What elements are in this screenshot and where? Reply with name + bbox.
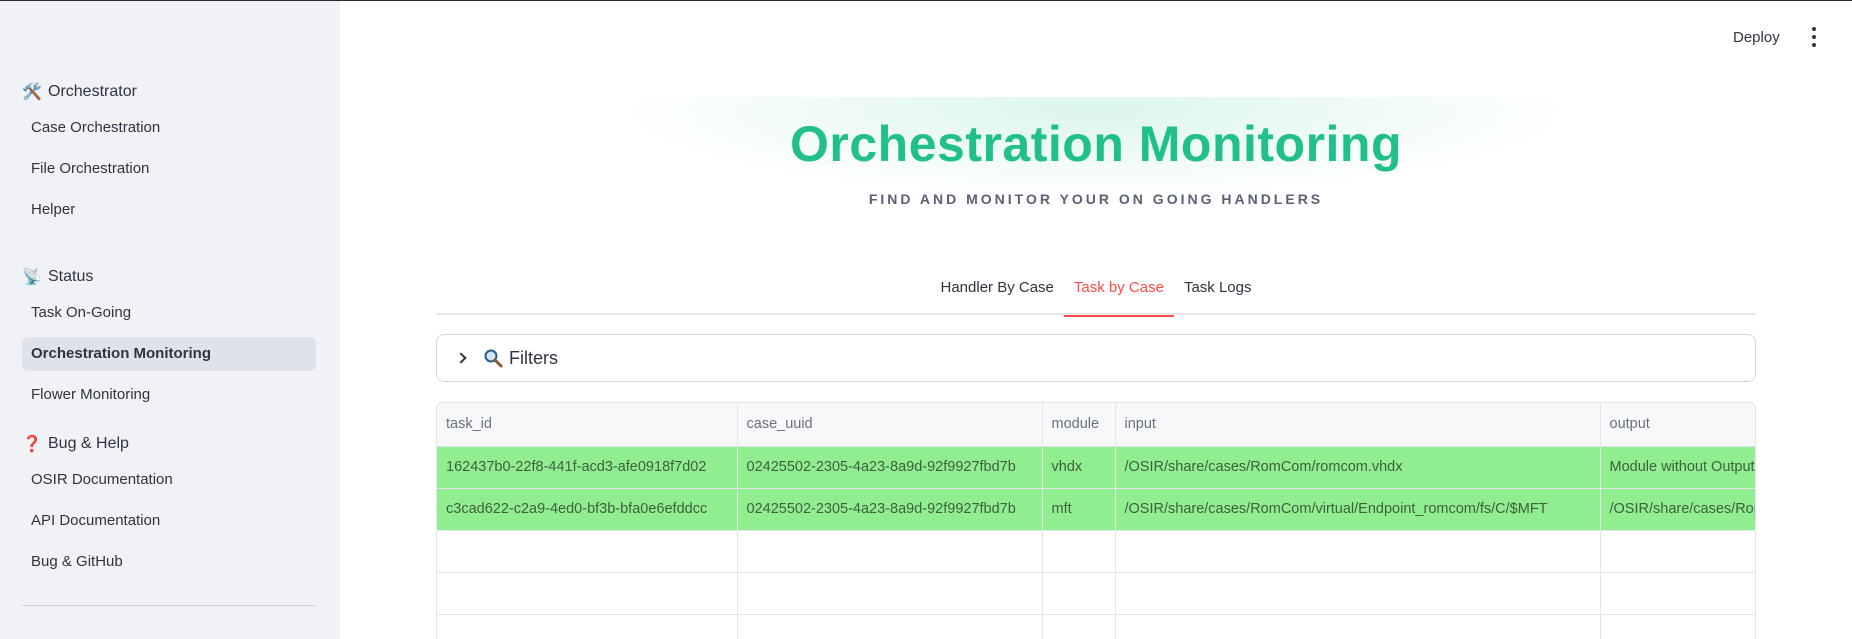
table-cell[interactable]: 02425502-2305-4a23-8a9d-92f9927fbd7b <box>737 446 1043 489</box>
nav-header-orchestrator: 🛠️ Orchestrator <box>22 80 316 104</box>
column-header-case-uuid[interactable]: case_uuid <box>737 403 1043 447</box>
sidebar-item-case-orchestration[interactable]: Case Orchestration <box>22 111 316 145</box>
magnifier-icon <box>484 349 503 368</box>
table-cell[interactable]: c3cad622-c2a9-4ed0-bf3b-bfa0e6efddcc <box>437 488 738 531</box>
table-cell[interactable] <box>437 572 738 615</box>
tab-task-logs[interactable]: Task Logs <box>1174 271 1262 315</box>
sidebar-item-flower-monitoring[interactable]: Flower Monitoring <box>22 378 316 412</box>
nav-header-bug-help: ❓ Bug & Help <box>22 432 316 456</box>
deploy-button[interactable]: Deploy <box>1733 29 1780 46</box>
table-cell[interactable] <box>737 614 1043 639</box>
table-row[interactable]: 162437b0-22f8-441f-acd3-afe0918f7d02 024… <box>437 446 1755 489</box>
nav-header-label: Bug & Help <box>48 435 129 452</box>
tab-handler-by-case[interactable]: Handler By Case <box>931 271 1064 315</box>
table-cell[interactable] <box>1042 572 1116 615</box>
table-cell[interactable] <box>1600 530 1755 573</box>
table-cell[interactable]: /OSIR/share/cases/RomCom/romcom.vhdx <box>1115 446 1601 489</box>
table-cell[interactable]: Module without Output <box>1600 446 1755 489</box>
table-cell[interactable] <box>437 614 738 639</box>
table-cell[interactable] <box>437 530 738 573</box>
table-header-row: task_id case_uuid module input output <box>437 403 1755 447</box>
table-cell[interactable] <box>1042 614 1116 639</box>
table-cell[interactable] <box>1115 530 1601 573</box>
table-row[interactable]: c3cad622-c2a9-4ed0-bf3b-bfa0e6efddcc 024… <box>437 488 1755 531</box>
filters-header: Filters <box>483 348 558 369</box>
nav-group-status: 📡 Status Task On-Going Orchestration Mon… <box>22 265 316 412</box>
table-cell[interactable]: vhdx <box>1042 446 1116 489</box>
table-row-empty[interactable] <box>437 572 1755 615</box>
table-row-empty[interactable] <box>437 530 1755 573</box>
table-row-empty[interactable] <box>437 614 1755 639</box>
sidebar-item-task-on-going[interactable]: Task On-Going <box>22 296 316 330</box>
filters-expander[interactable]: Filters <box>436 334 1756 382</box>
table-cell[interactable] <box>1600 572 1755 615</box>
sidebar-item-osir-documentation[interactable]: OSIR Documentation <box>22 463 316 497</box>
sidebar-item-orchestration-monitoring[interactable]: Orchestration Monitoring <box>22 337 316 371</box>
filters-label: Filters <box>509 347 558 368</box>
more-options-icon[interactable] <box>1808 27 1820 47</box>
page-subtitle: FIND AND MONITOR YOUR ON GOING HANDLERS <box>868 191 1324 207</box>
nav-group-orchestrator: 🛠️ Orchestrator Case Orchestration File … <box>22 80 316 227</box>
column-header-module[interactable]: module <box>1042 403 1116 447</box>
tools-icon: 🛠️ <box>22 84 42 101</box>
sidebar-divider <box>22 605 316 606</box>
nav-group-bug-help: ❓ Bug & Help OSIR Documentation API Docu… <box>22 432 316 579</box>
table-cell[interactable] <box>737 572 1043 615</box>
sidebar-item-helper[interactable]: Helper <box>22 193 316 227</box>
table-cell[interactable] <box>1115 572 1601 615</box>
table-cell[interactable]: /OSIR/share/cases/RomCom/virtual/Endpoin… <box>1115 488 1601 531</box>
nav-header-status: 📡 Status <box>22 265 316 289</box>
table-cell[interactable] <box>1115 614 1601 639</box>
column-header-task-id[interactable]: task_id <box>437 403 738 447</box>
tab-task-by-case[interactable]: Task by Case <box>1063 271 1174 317</box>
column-header-input[interactable]: input <box>1115 403 1601 447</box>
satellite-antenna-icon: 📡 <box>22 269 42 286</box>
question-mark-icon: ❓ <box>22 436 42 453</box>
table-cell[interactable] <box>1042 530 1116 573</box>
sidebar: 🛠️ Orchestrator Case Orchestration File … <box>0 1 340 639</box>
column-header-output[interactable]: output <box>1600 403 1755 447</box>
table-cell[interactable] <box>737 530 1043 573</box>
table-cell[interactable]: /OSIR/share/cases/RomCom <box>1600 488 1755 531</box>
tab-bar: Handler By Case Task by Case Task Logs <box>436 271 1756 317</box>
nav-header-label: Status <box>48 268 94 285</box>
sidebar-item-bug-github[interactable]: Bug & GitHub <box>22 545 316 579</box>
sidebar-item-api-documentation[interactable]: API Documentation <box>22 504 316 538</box>
hero-banner: Orchestration Monitoring FIND AND MONITO… <box>436 97 1756 227</box>
chevron-right-icon <box>455 352 467 364</box>
data-table[interactable]: task_id case_uuid module input output 16… <box>436 402 1756 639</box>
table-cell[interactable]: 162437b0-22f8-441f-acd3-afe0918f7d02 <box>437 446 738 489</box>
table-cell[interactable] <box>1600 614 1755 639</box>
sidebar-item-file-orchestration[interactable]: File Orchestration <box>22 152 316 186</box>
page-title: Orchestration Monitoring <box>790 116 1402 172</box>
nav-header-label: Orchestrator <box>48 83 137 100</box>
table-cell[interactable]: mft <box>1042 488 1116 531</box>
table-cell[interactable]: 02425502-2305-4a23-8a9d-92f9927fbd7b <box>737 488 1043 531</box>
